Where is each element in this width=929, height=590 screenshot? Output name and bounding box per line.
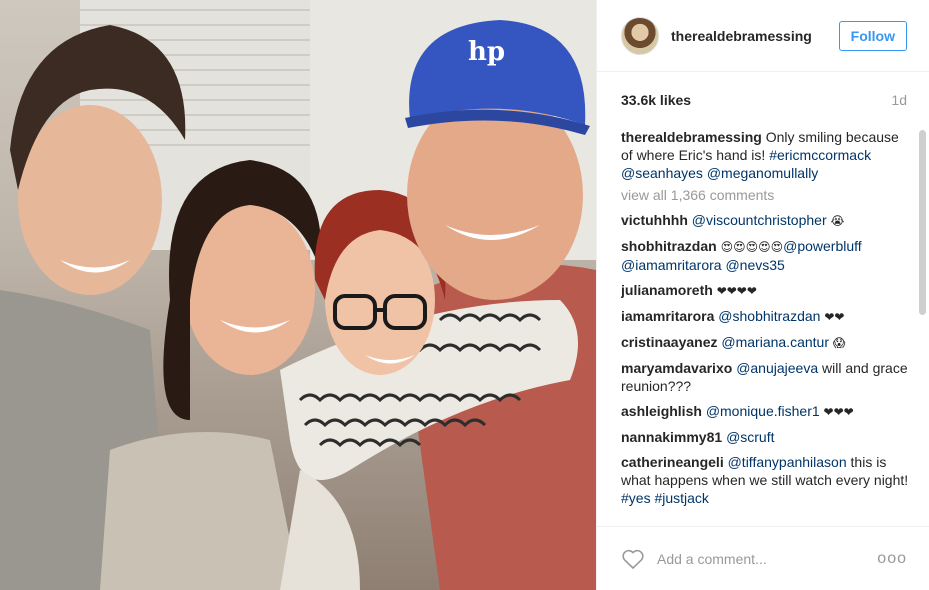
comment-mention[interactable]: @anujajeeva — [736, 360, 818, 376]
cap-logo: hp — [468, 37, 505, 67]
scream-emoji-icon: 😱 — [832, 336, 846, 350]
caption-username[interactable]: therealdebramessing — [621, 129, 762, 145]
comment-username[interactable]: julianamoreth — [621, 282, 713, 298]
comment-mention[interactable]: @powerbluff — [783, 238, 862, 254]
heart-emoji-icon: ❤❤❤❤ — [716, 284, 757, 298]
comment-tags[interactable]: #yes #justjack — [621, 490, 709, 506]
list-item: catherineangeli @tiffanypanhilason this … — [621, 453, 911, 507]
list-item: ashleighlish @monique.fisher1 ❤❤❤ — [621, 402, 911, 421]
heart-eyes-emoji-icon: 😍😍😍😍😍 — [720, 240, 784, 254]
caption-tag[interactable]: @meganomullally — [707, 165, 818, 181]
caption-tag[interactable]: #ericmccormack — [769, 147, 871, 163]
comment-username[interactable]: victuhhhh — [621, 212, 688, 228]
comment-mention[interactable]: @tiffanypanhilason — [728, 454, 847, 470]
comment-mention[interactable]: @monique.fisher1 — [706, 403, 820, 419]
list-item: shobhitrazdan 😍😍😍😍😍@powerbluff @iamamrit… — [621, 237, 911, 274]
caption: therealdebramessing Only smiling because… — [621, 128, 911, 182]
list-item: iamamritarora @shobhitrazdan ❤❤ — [621, 307, 911, 326]
comment-username[interactable]: catherineangeli — [621, 454, 724, 470]
comment-mention[interactable]: @viscountchristopher — [692, 212, 827, 228]
comment-username[interactable]: ashleighlish — [621, 403, 702, 419]
post-age[interactable]: 1d — [891, 92, 907, 108]
post-side-panel: therealdebramessing Follow 33.6k likes 1… — [596, 0, 929, 590]
comment-username[interactable]: shobhitrazdan — [621, 238, 717, 254]
caption-tag[interactable]: @seanhayes — [621, 165, 703, 181]
comment-username[interactable]: nannakimmy81 — [621, 429, 722, 445]
comment-username[interactable]: iamamritarora — [621, 308, 714, 324]
comment-input[interactable] — [657, 550, 878, 567]
photo-illustration: hp — [0, 0, 596, 590]
comments-scrollbar[interactable] — [919, 130, 926, 315]
list-item: maryamdavarixo @anujajeeva will and grac… — [621, 359, 911, 395]
follow-button[interactable]: Follow — [838, 20, 907, 51]
comments-list[interactable]: therealdebramessing Only smiling because… — [621, 128, 911, 526]
crying-emoji-icon: 😭 — [830, 214, 845, 228]
list-item: nannakimmy81 @scruft — [621, 428, 911, 446]
list-item: victuhhhh @viscountchristopher 😭 — [621, 211, 911, 230]
comment-mention[interactable]: @iamamritarora @nevs35 — [621, 257, 785, 273]
list-item: cristinaayanez @mariana.cantur 😱 — [621, 333, 911, 352]
comment-mention[interactable]: @mariana.cantur — [721, 334, 829, 350]
avatar[interactable] — [621, 16, 659, 55]
instagram-post: hp therealdebramessing Follow 33.6k like… — [0, 0, 929, 590]
post-header: therealdebramessing Follow — [597, 0, 929, 72]
heart-icon[interactable] — [621, 548, 645, 570]
comment-mention[interactable]: @scruft — [726, 429, 774, 445]
view-all-comments-link[interactable]: view all 1,366 comments — [621, 186, 911, 204]
comment-footer: ooo — [597, 526, 929, 590]
comment-username[interactable]: maryamdavarixo — [621, 360, 732, 376]
comment-username[interactable]: cristinaayanez — [621, 334, 718, 350]
heart-emoji-icon: ❤❤❤ — [823, 405, 854, 419]
post-photo[interactable]: hp — [0, 0, 596, 590]
username[interactable]: therealdebramessing — [671, 28, 839, 44]
heart-emoji-icon: ❤❤ — [824, 310, 845, 324]
post-meta: 33.6k likes 1d — [597, 72, 929, 128]
list-item: julianamoreth ❤❤❤❤ — [621, 281, 911, 300]
comment-mention[interactable]: @shobhitrazdan — [718, 308, 820, 324]
more-options-icon[interactable]: ooo — [877, 550, 907, 568]
likes-count[interactable]: 33.6k likes — [621, 92, 691, 108]
